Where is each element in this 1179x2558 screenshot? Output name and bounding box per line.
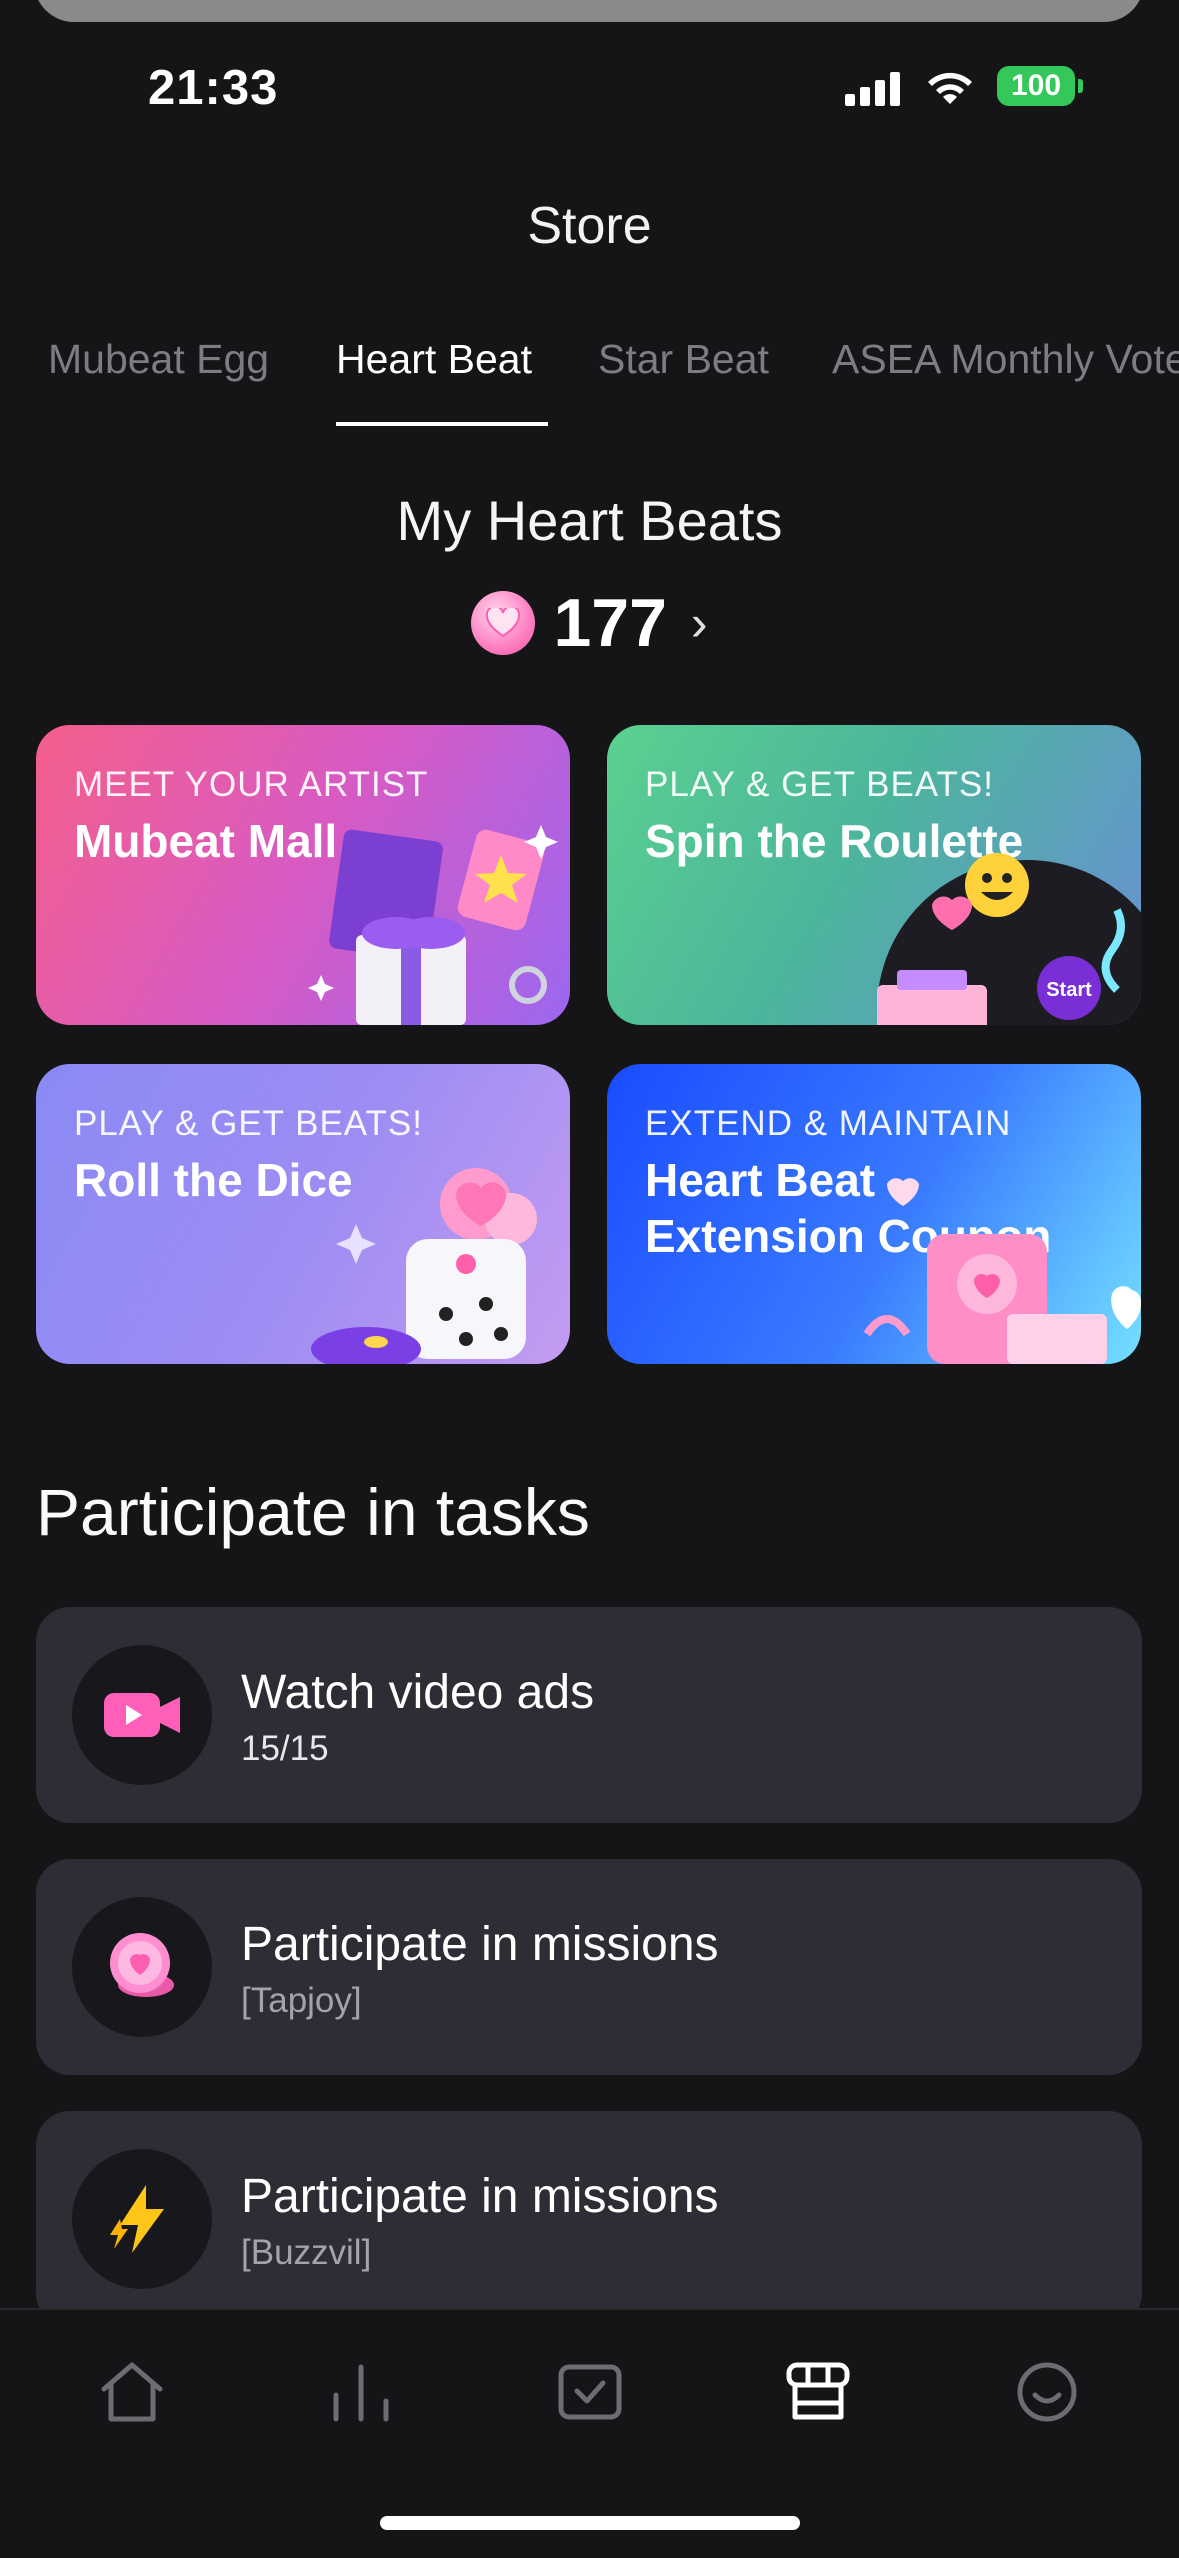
tab-heart-beat[interactable]: Heart Beat [336,336,532,383]
cellular-signal-icon [845,72,900,106]
wifi-icon [928,72,972,104]
heart-beat-coin-icon [471,591,536,655]
tab-asea-monthly-vote[interactable]: ASEA Monthly Vote [832,336,1179,383]
coupon-illustration [863,1178,1141,1364]
page-title: Store [527,197,652,255]
active-tab-underline [336,422,548,426]
tasks-section-title: Participate in tasks [36,1475,590,1549]
task-progress: 15/15 [241,1729,329,1768]
roulette-wheel-illustration: Start [877,853,1141,1025]
spin-roulette-card[interactable]: PLAY & GET BEATS! Spin the Roulette Star… [607,725,1141,1025]
task-icon-circle [72,2149,212,2289]
task-missions-buzzvil[interactable]: Participate in missions [Buzzvil] [36,2111,1142,2327]
store-tabs: Mubeat Egg Heart Beat Star Beat ASEA Mon… [0,330,1179,430]
battery-indicator: 100 [997,66,1075,106]
tab-mubeat-egg[interactable]: Mubeat Egg [48,336,269,383]
battery-tip [1078,79,1083,93]
mubeat-mall-card[interactable]: MEET YOUR ARTIST Mubeat Mall [36,725,570,1025]
gift-box-illustration [308,825,558,1025]
nav-chart[interactable] [321,2352,401,2432]
status-bar: 21:33 100 [0,50,1179,126]
lightning-icon [110,2185,164,2253]
chart-icon [333,2364,389,2422]
nav-home[interactable] [92,2352,172,2432]
chevron-right-icon: › [690,595,708,651]
task-icon-circle [72,1645,212,1785]
task-provider: [Buzzvil] [241,2233,372,2272]
store-icon [786,2362,850,2420]
balance-title: My Heart Beats [396,489,783,552]
heart-coin-icon [110,1933,174,1997]
task-missions-tapjoy[interactable]: Participate in missions [Tapjoy] [36,1859,1142,2075]
checkbox-icon [558,2364,622,2420]
top-notch-pill [34,0,1144,22]
video-camera-icon [104,1693,180,1737]
nav-profile[interactable] [1007,2352,1087,2432]
extension-coupon-card[interactable]: EXTEND & MAINTAIN Heart Beat Extension C… [607,1064,1141,1364]
roll-dice-card[interactable]: PLAY & GET BEATS! Roll the Dice [36,1064,570,1364]
task-watch-video-ads[interactable]: Watch video ads 15/15 [36,1607,1142,1823]
card-kicker: PLAY & GET BEATS! [74,1104,423,1143]
tab-star-beat[interactable]: Star Beat [598,336,769,383]
nav-vote[interactable] [550,2352,630,2432]
task-title: Participate in missions [241,2170,719,2223]
balance-row[interactable]: 177 › [0,580,1179,666]
roulette-start-label: Start [1046,979,1092,1001]
task-icon-circle [72,1897,212,2037]
task-provider: [Tapjoy] [241,1981,362,2020]
task-title: Participate in missions [241,1918,719,1971]
smile-icon [1017,2362,1077,2422]
balance-value: 177 [553,585,667,661]
nav-store[interactable] [778,2352,858,2432]
home-indicator [380,2516,800,2530]
card-kicker: PLAY & GET BEATS! [645,765,994,804]
dice-illustration [311,1168,537,1364]
task-title: Watch video ads [241,1666,595,1719]
home-icon [101,2362,163,2422]
card-kicker: EXTEND & MAINTAIN [645,1104,1012,1143]
status-time: 21:33 [148,61,279,115]
battery-level: 100 [1010,69,1062,102]
